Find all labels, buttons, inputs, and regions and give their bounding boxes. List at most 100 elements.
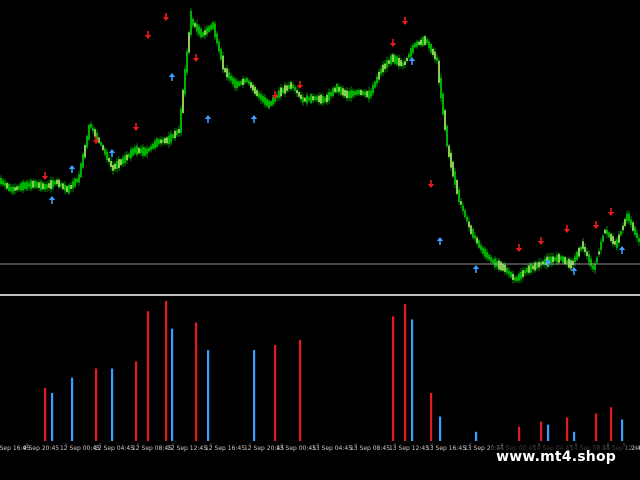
candle-body <box>306 95 308 104</box>
candle-body <box>584 246 586 252</box>
candle-body <box>368 90 370 99</box>
candle-body <box>112 165 114 171</box>
candle-body <box>232 77 234 85</box>
candle-body <box>328 91 330 101</box>
candle-body <box>410 48 412 57</box>
candle-body <box>138 147 140 154</box>
candle-body <box>268 100 270 109</box>
candle-body <box>62 183 64 190</box>
candle-body <box>616 239 618 249</box>
candle-body <box>462 205 464 211</box>
candle-body <box>56 179 58 185</box>
candle-body <box>130 149 132 159</box>
candle-body <box>380 68 382 74</box>
candle-body <box>618 234 620 243</box>
candle-body <box>566 260 568 264</box>
candle-body <box>438 60 440 83</box>
candle-body <box>510 272 512 278</box>
candle-body <box>396 56 398 65</box>
histogram-bar-blue <box>439 416 442 441</box>
candle-body <box>332 88 334 96</box>
x-tick-label: 12 Sep 04:45 <box>94 445 134 452</box>
candle-body <box>28 183 30 187</box>
candle-body <box>614 241 616 245</box>
candle-body <box>46 184 48 189</box>
candle-body <box>498 260 500 270</box>
candle-body <box>366 91 368 98</box>
candle-body <box>260 94 262 101</box>
candle-body <box>212 22 214 29</box>
candle-body <box>282 88 284 93</box>
candle-body <box>406 58 408 62</box>
candle-body <box>524 270 526 274</box>
candle-body <box>636 232 638 239</box>
candle-body <box>384 63 386 70</box>
candle-body <box>58 179 60 188</box>
candle-body <box>310 94 312 104</box>
candle-body <box>42 183 44 190</box>
candle-body <box>100 141 102 146</box>
candle-body <box>176 130 178 136</box>
candle-body <box>54 181 56 185</box>
candle-body <box>50 180 52 190</box>
candle-body <box>162 139 164 143</box>
candle-body <box>348 91 350 99</box>
candle-body <box>350 90 352 99</box>
candle-body <box>40 181 42 191</box>
candle-body <box>178 128 180 133</box>
candle-body <box>248 80 250 85</box>
x-tick-label: 13 Sep 00:45 <box>276 445 316 452</box>
candle-body <box>22 181 24 191</box>
candle-body <box>114 163 116 170</box>
candle-body <box>344 89 346 97</box>
candle-body <box>458 189 460 203</box>
candle-body <box>52 180 54 188</box>
candle-body <box>44 183 46 190</box>
candle-body <box>334 87 336 93</box>
candle-body <box>390 55 392 65</box>
x-tick-label: 13 Sep 16:45 <box>426 445 466 452</box>
chart-window: 0 Sep 16:459 Sep 20:4512 Sep 00:4512 Sep… <box>0 0 640 480</box>
candle-body <box>10 186 12 192</box>
candle-body <box>18 185 20 190</box>
candle-body <box>598 251 600 255</box>
candle-body <box>218 41 220 52</box>
candle-body <box>26 181 28 190</box>
histogram-bar-red <box>404 304 407 441</box>
candle-body <box>362 90 364 96</box>
candle-body <box>404 61 406 66</box>
candle-body <box>286 85 288 91</box>
candle-body <box>516 276 518 282</box>
candle-body <box>604 229 606 234</box>
candle-body <box>202 32 204 37</box>
candle-body <box>272 97 274 105</box>
candle-body <box>508 270 510 275</box>
histogram-bar-red <box>518 426 521 441</box>
candle-body <box>624 219 626 226</box>
histogram-bar-red <box>274 344 277 441</box>
candle-body <box>38 182 40 188</box>
candle-body <box>192 18 194 26</box>
histogram-bar-blue <box>621 419 624 441</box>
candle-body <box>246 78 248 83</box>
candle-body <box>538 261 540 268</box>
candle-body <box>456 180 458 194</box>
candle-body <box>452 161 454 177</box>
candle-body <box>484 249 486 257</box>
candle-body <box>424 36 426 46</box>
histogram-bar-red <box>610 407 613 441</box>
candle-body <box>228 72 230 79</box>
candle-body <box>198 26 200 35</box>
histogram-bar-red <box>540 421 543 441</box>
candle-body <box>504 264 506 272</box>
candle-body <box>392 54 394 63</box>
candle-body <box>586 251 588 257</box>
candle-body <box>400 60 402 67</box>
candle-body <box>592 265 594 270</box>
candle-body <box>408 54 410 58</box>
candle-body <box>326 94 328 103</box>
x-tick-label: 9 Sep 20:45 <box>23 445 59 452</box>
candle-body <box>86 135 88 148</box>
candle-body <box>140 148 142 154</box>
candle-body <box>210 24 212 30</box>
